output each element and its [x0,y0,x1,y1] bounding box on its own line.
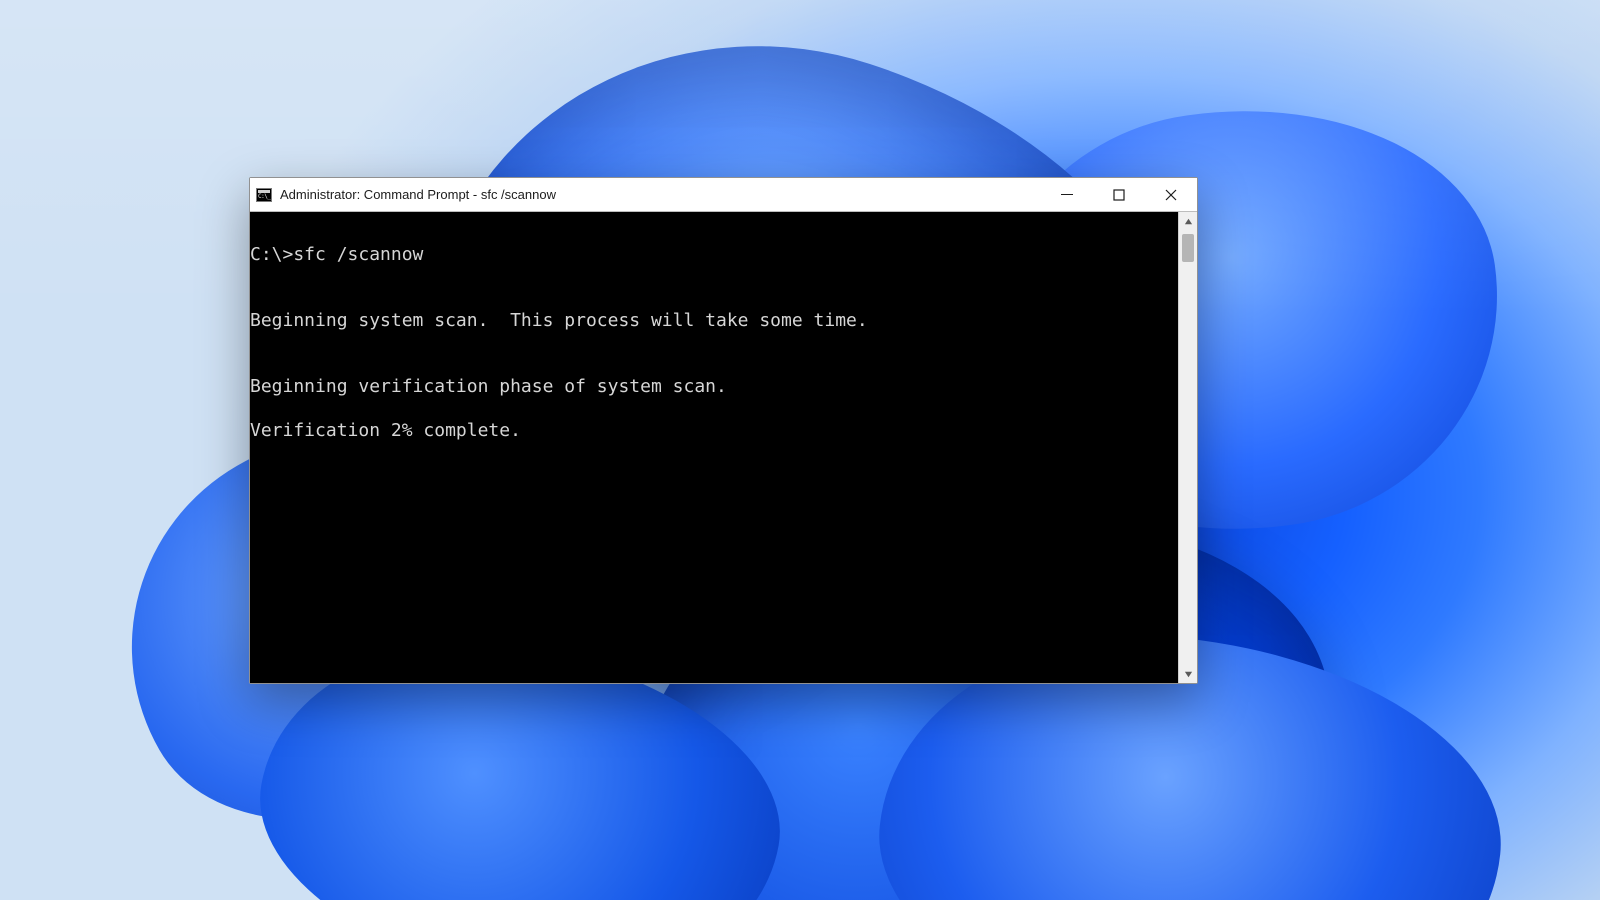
maximize-button[interactable] [1093,178,1145,211]
desktop-wallpaper: Administrator: Command Prompt - sfc /sca… [0,0,1600,900]
console-line: Verification 2% complete. [250,420,1178,442]
titlebar[interactable]: Administrator: Command Prompt - sfc /sca… [250,178,1197,211]
console-line: Beginning verification phase of system s… [250,376,1178,398]
scrollbar-thumb[interactable] [1182,234,1194,262]
chevron-down-icon [1184,670,1193,679]
console-line: C:\>sfc /scannow [250,244,1178,266]
close-button[interactable] [1145,178,1197,211]
minimize-icon [1061,194,1073,195]
chevron-up-icon [1184,217,1193,226]
scroll-up-button[interactable] [1179,212,1197,230]
scroll-down-button[interactable] [1179,665,1197,683]
console-client-area: C:\>sfc /scannow Beginning system scan. … [250,211,1197,683]
console-output[interactable]: C:\>sfc /scannow Beginning system scan. … [250,212,1178,683]
console-line: Beginning system scan. This process will… [250,310,1178,332]
scrollbar-track[interactable] [1179,230,1197,665]
close-icon [1165,189,1177,201]
command-prompt-window: Administrator: Command Prompt - sfc /sca… [249,177,1198,684]
window-title: Administrator: Command Prompt - sfc /sca… [280,187,556,202]
cmd-icon [256,188,272,202]
minimize-button[interactable] [1041,178,1093,211]
vertical-scrollbar[interactable] [1178,212,1197,683]
maximize-icon [1113,189,1125,201]
